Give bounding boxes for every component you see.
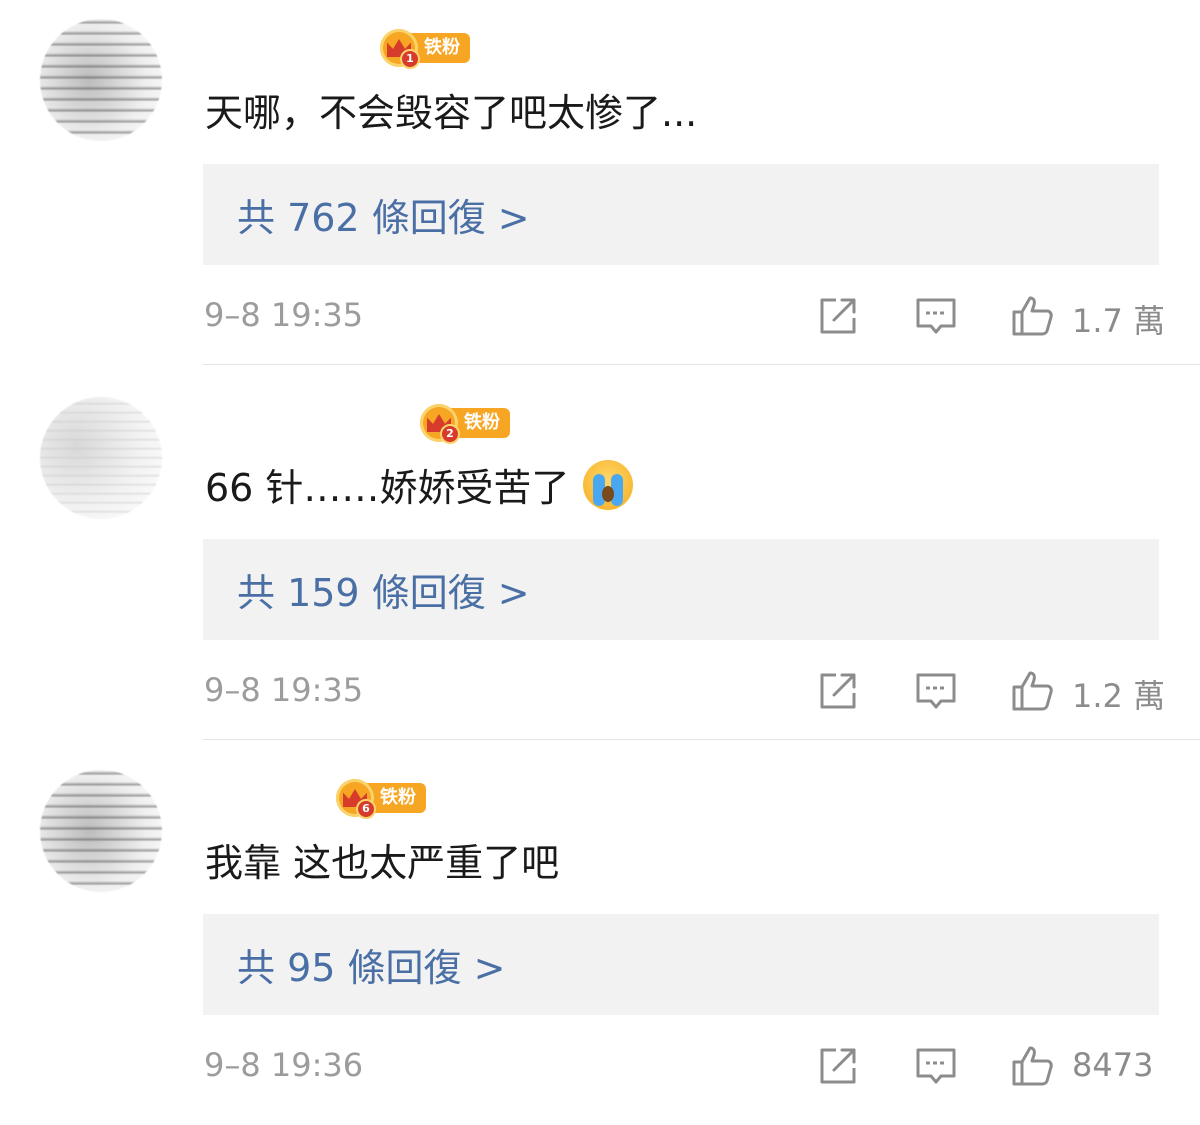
crown-icon: 2 bbox=[420, 404, 460, 444]
badge-level: 2 bbox=[440, 424, 460, 444]
comment-time: 9–8 19:35 bbox=[204, 296, 364, 334]
comment-icon[interactable] bbox=[914, 669, 958, 713]
replies-box[interactable]: 共 159 條回復 > bbox=[203, 539, 1159, 640]
like-count: 1.2 萬 bbox=[1072, 677, 1166, 715]
comment-time: 9–8 19:35 bbox=[204, 671, 364, 709]
comment-icon[interactable] bbox=[914, 294, 958, 338]
comment-item: 1 铁粉 天哪，不会毁容了吧太惨了... 共 762 條回復 > 9–8 19:… bbox=[0, 0, 1200, 375]
comment-meta-row: 9–8 19:36 8473 bbox=[0, 1040, 1200, 1092]
comment-meta-row: 9–8 19:35 1.2 萬 bbox=[0, 665, 1200, 717]
comment-item: 2 铁粉 66 针……娇娇受苦了 共 159 條回復 > 9–8 19:35 1… bbox=[0, 375, 1200, 750]
crown-icon: 6 bbox=[336, 779, 376, 819]
avatar[interactable] bbox=[40, 770, 162, 892]
comment-text: 66 针……娇娇受苦了 bbox=[205, 457, 634, 512]
comment-text-content: 我靠 这也太严重了吧 bbox=[205, 841, 560, 885]
comment-text: 天哪，不会毁容了吧太惨了... bbox=[205, 82, 697, 137]
divider bbox=[203, 739, 1200, 740]
comment-text: 我靠 这也太严重了吧 bbox=[205, 832, 559, 887]
comment-meta-row: 9–8 19:35 1.7 萬 bbox=[0, 290, 1200, 342]
share-icon[interactable] bbox=[816, 1044, 860, 1088]
fan-badge[interactable]: 1 铁粉 bbox=[380, 28, 470, 69]
comment-icon[interactable] bbox=[914, 1044, 958, 1088]
comment-item: 6 铁粉 我靠 这也太严重了吧 共 95 條回復 > 9–8 19:36 847… bbox=[0, 750, 1200, 1125]
badge-level: 1 bbox=[400, 49, 420, 69]
fan-badge[interactable]: 2 铁粉 bbox=[420, 403, 510, 444]
thumbs-up-icon[interactable] bbox=[1010, 294, 1054, 338]
crown-icon: 1 bbox=[380, 29, 420, 69]
comment-text-content: 天哪，不会毁容了吧太惨了... bbox=[205, 91, 698, 135]
comment-text-content: 66 针……娇娇受苦了 bbox=[205, 466, 570, 510]
thumbs-up-icon[interactable] bbox=[1010, 669, 1054, 713]
share-icon[interactable] bbox=[816, 294, 860, 338]
replies-box[interactable]: 共 762 條回復 > bbox=[203, 164, 1159, 265]
view-replies-link[interactable]: 共 159 條回復 > bbox=[237, 562, 530, 617]
view-replies-link[interactable]: 共 95 條回復 > bbox=[237, 937, 505, 992]
comment-time: 9–8 19:36 bbox=[204, 1046, 364, 1084]
thumbs-up-icon[interactable] bbox=[1010, 1044, 1054, 1088]
avatar[interactable] bbox=[40, 19, 162, 141]
badge-level: 6 bbox=[356, 799, 376, 819]
replies-box[interactable]: 共 95 條回復 > bbox=[203, 914, 1159, 1015]
share-icon[interactable] bbox=[816, 669, 860, 713]
avatar[interactable] bbox=[40, 397, 162, 519]
view-replies-link[interactable]: 共 762 條回復 > bbox=[237, 187, 530, 242]
like-count: 8473 bbox=[1072, 1046, 1154, 1084]
like-count: 1.7 萬 bbox=[1072, 302, 1166, 340]
divider bbox=[203, 364, 1200, 365]
fan-badge[interactable]: 6 铁粉 bbox=[336, 778, 426, 819]
crying-face-icon bbox=[583, 459, 634, 510]
